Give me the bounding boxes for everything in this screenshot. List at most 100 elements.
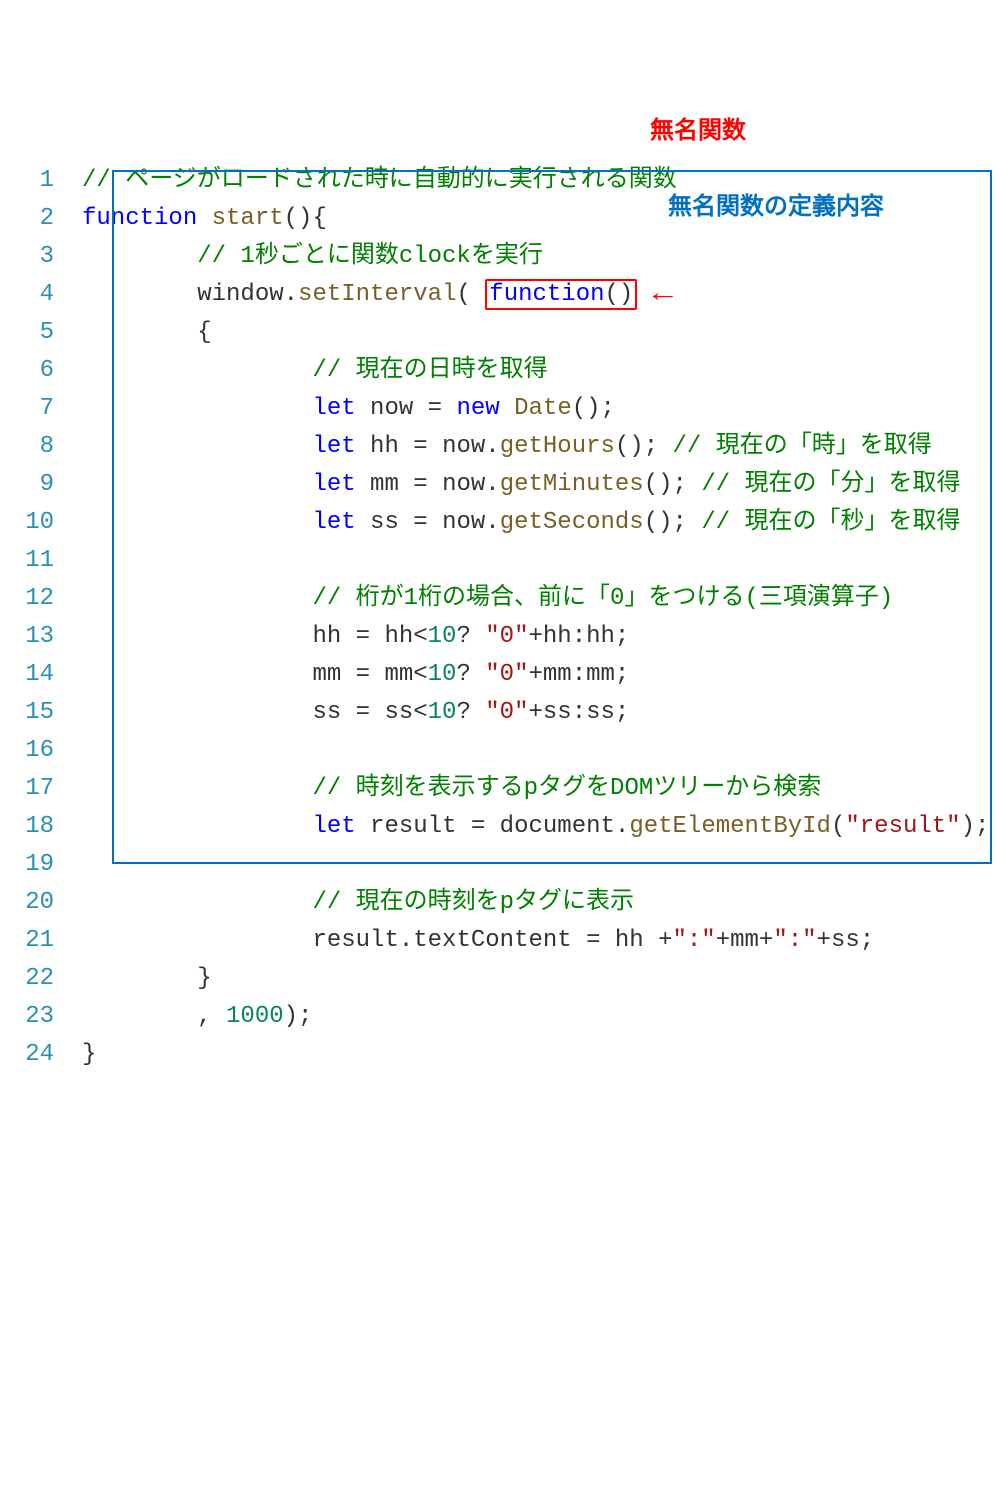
- token-keyword: let: [312, 813, 355, 840]
- token-number: 10: [428, 661, 457, 688]
- code-line: 6 // 現在の日時を取得: [10, 352, 1000, 390]
- code-line: 22 }: [10, 960, 1000, 998]
- code-line: 7 let now = new Date();: [10, 390, 1000, 428]
- token-text: +ss:ss;: [529, 699, 630, 726]
- line-content: // 現在の時刻をpタグに表示: [82, 884, 1000, 922]
- code-line: 10 let ss = now.getSeconds(); // 現在の「秒」を…: [10, 504, 1000, 542]
- token-comment: // ページがロードされた時に自動的に実行される関数: [82, 167, 677, 194]
- token-func: getElementById: [629, 813, 831, 840]
- token-keyword: let: [312, 395, 355, 422]
- line-number: 13: [10, 618, 82, 656]
- line-number: 15: [10, 694, 82, 732]
- annotation-red-label: 無名関数: [650, 112, 746, 150]
- token-func: setInterval: [298, 281, 456, 308]
- token-text: window.: [197, 281, 298, 308]
- code-line: 17 // 時刻を表示するpタグをDOMツリーから検索: [10, 770, 1000, 808]
- token-text: mm = mm<: [312, 661, 427, 688]
- line-number: 12: [10, 580, 82, 618]
- token-number: 10: [428, 699, 457, 726]
- token-string: "result": [845, 813, 960, 840]
- line-content: // 1秒ごとに関数clockを実行: [82, 238, 1000, 276]
- token-text: (): [605, 281, 634, 308]
- token-func: getHours: [500, 433, 615, 460]
- token-text: [197, 205, 211, 232]
- line-content: window.setInterval( function() ←: [82, 276, 1000, 314]
- token-string: ":": [673, 927, 716, 954]
- token-string: "0": [485, 699, 528, 726]
- token-text: (: [456, 281, 470, 308]
- line-number: 4: [10, 276, 82, 314]
- line-content: {: [82, 314, 1000, 352]
- line-number: 11: [10, 542, 82, 580]
- line-content: let ss = now.getSeconds(); // 現在の「秒」を取得: [82, 504, 1000, 542]
- line-content: ss = ss<10? "0"+ss:ss;: [82, 694, 1000, 732]
- arrow-left-icon: ←: [633, 281, 674, 307]
- line-number: 5: [10, 314, 82, 352]
- code-line: 18 let result = document.getElementById(…: [10, 808, 1000, 846]
- line-content: let hh = now.getHours(); // 現在の「時」を取得: [82, 428, 1000, 466]
- line-number: 23: [10, 998, 82, 1036]
- token-keyword: let: [312, 509, 355, 536]
- token-text: +mm+: [716, 927, 774, 954]
- token-text: ss = ss<: [312, 699, 427, 726]
- code-line: 15 ss = ss<10? "0"+ss:ss;: [10, 694, 1000, 732]
- code-line: 24}: [10, 1036, 1000, 1074]
- token-text: ();: [644, 471, 702, 498]
- code-line: 5 {: [10, 314, 1000, 352]
- code-line: 3 // 1秒ごとに関数clockを実行: [10, 238, 1000, 276]
- code-line: 14 mm = mm<10? "0"+mm:mm;: [10, 656, 1000, 694]
- line-number: 17: [10, 770, 82, 808]
- line-number: 7: [10, 390, 82, 428]
- token-text: +ss;: [817, 927, 875, 954]
- token-func: getSeconds: [500, 509, 644, 536]
- line-content: result.textContent = hh +":"+mm+":"+ss;: [82, 922, 1000, 960]
- token-text: [471, 281, 485, 308]
- token-func: Date: [514, 395, 572, 422]
- token-text: ?: [456, 661, 485, 688]
- token-func: getMinutes: [500, 471, 644, 498]
- line-number: 22: [10, 960, 82, 998]
- token-number: 10: [428, 623, 457, 650]
- line-content: // 時刻を表示するpタグをDOMツリーから検索: [82, 770, 1000, 808]
- token-comment: // 1秒ごとに関数clockを実行: [197, 243, 543, 270]
- token-text: +hh:hh;: [529, 623, 630, 650]
- annotation-red-box: function(): [485, 279, 637, 310]
- token-comment: // 現在の「秒」を取得: [701, 509, 960, 536]
- token-text: hh = now.: [356, 433, 500, 460]
- token-comment: // 現在の「時」を取得: [673, 433, 932, 460]
- line-content: let result = document.getElementById("re…: [82, 808, 1000, 846]
- token-text: result.textContent = hh +: [312, 927, 672, 954]
- code-line: 20 // 現在の時刻をpタグに表示: [10, 884, 1000, 922]
- line-content: hh = hh<10? "0"+hh:hh;: [82, 618, 1000, 656]
- line-number: 1: [10, 162, 82, 200]
- code-line: 11: [10, 542, 1000, 580]
- token-text: +mm:mm;: [529, 661, 630, 688]
- token-comment: // 現在の「分」を取得: [701, 471, 960, 498]
- token-comment: // 現在の日時を取得: [312, 357, 547, 384]
- token-text: mm = now.: [356, 471, 500, 498]
- line-number: 9: [10, 466, 82, 504]
- token-number: 1000: [226, 1003, 284, 1030]
- code-line: 23 , 1000);: [10, 998, 1000, 1036]
- line-number: 20: [10, 884, 82, 922]
- token-text: now =: [356, 395, 457, 422]
- line-content: function start(){: [82, 200, 1000, 238]
- line-number: 2: [10, 200, 82, 238]
- token-text: );: [961, 813, 990, 840]
- line-number: 6: [10, 352, 82, 390]
- code-block: 1// ページがロードされた時に自動的に実行される関数2function sta…: [10, 162, 1000, 1074]
- line-number: 14: [10, 656, 82, 694]
- token-text: (: [831, 813, 845, 840]
- token-text: }: [82, 1041, 96, 1068]
- line-content: // 現在の日時を取得: [82, 352, 1000, 390]
- token-text: ();: [572, 395, 615, 422]
- line-number: 10: [10, 504, 82, 542]
- code-line: 8 let hh = now.getHours(); // 現在の「時」を取得: [10, 428, 1000, 466]
- line-content: , 1000);: [82, 998, 1000, 1036]
- code-line: 16: [10, 732, 1000, 770]
- token-keyword: new: [456, 395, 499, 422]
- token-keyword: let: [312, 433, 355, 460]
- token-string: "0": [485, 661, 528, 688]
- token-comment: // 現在の時刻をpタグに表示: [312, 889, 634, 916]
- code-line: 21 result.textContent = hh +":"+mm+":"+s…: [10, 922, 1000, 960]
